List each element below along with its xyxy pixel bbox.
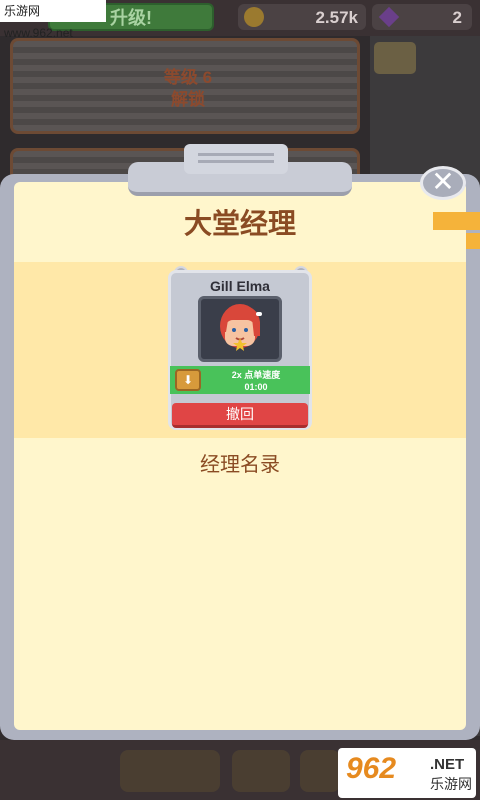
side-tab: [466, 233, 480, 249]
home-button[interactable]: [120, 750, 220, 792]
watermark-name: 乐游网: [430, 776, 472, 792]
manager-avatar-icon: [220, 304, 262, 351]
gem-counter: 2: [372, 4, 472, 30]
watermark-text: 乐游网 www.962.net: [0, 0, 106, 40]
shop-button[interactable]: [232, 750, 290, 792]
gem-icon: [378, 6, 400, 28]
recall-button[interactable]: 撤回: [172, 403, 308, 428]
clip-line: [198, 160, 274, 163]
watermark-number: 962: [346, 752, 397, 785]
side-tab: [433, 212, 480, 230]
elevator-icon[interactable]: [374, 42, 416, 74]
watermark-logo: 962 .NET 乐游网: [338, 748, 476, 798]
clipboard-clip-top: [184, 144, 288, 174]
buff-timer: 01:00: [244, 382, 268, 392]
clip-line: [198, 153, 274, 156]
cart-button[interactable]: [300, 750, 340, 792]
coin-counter: 2.57k: [238, 4, 366, 30]
manager-roster-link[interactable]: 经理名录: [14, 448, 466, 477]
watermark-net: .NET: [430, 756, 465, 773]
gem-value: 2: [452, 8, 462, 27]
coin-value: 2.57k: [315, 8, 358, 27]
buff-text: 2x 点单速度 01:00: [204, 369, 308, 393]
close-button[interactable]: ✕: [420, 166, 466, 200]
coin-icon: [244, 7, 264, 27]
buff-icon: ⬇: [175, 369, 201, 391]
unlock-label: 解锁: [171, 90, 205, 109]
level-label: 等级 6: [163, 68, 213, 87]
manager-name: Gill Elma: [210, 278, 270, 294]
level-locked-card[interactable]: 等级 6 解锁: [10, 38, 360, 134]
close-icon: ✕: [431, 166, 455, 197]
modal-title: 大堂经理: [183, 208, 296, 239]
upgrade-label: 升级!: [110, 8, 152, 28]
buff-description: 2x 点单速度: [231, 370, 281, 380]
